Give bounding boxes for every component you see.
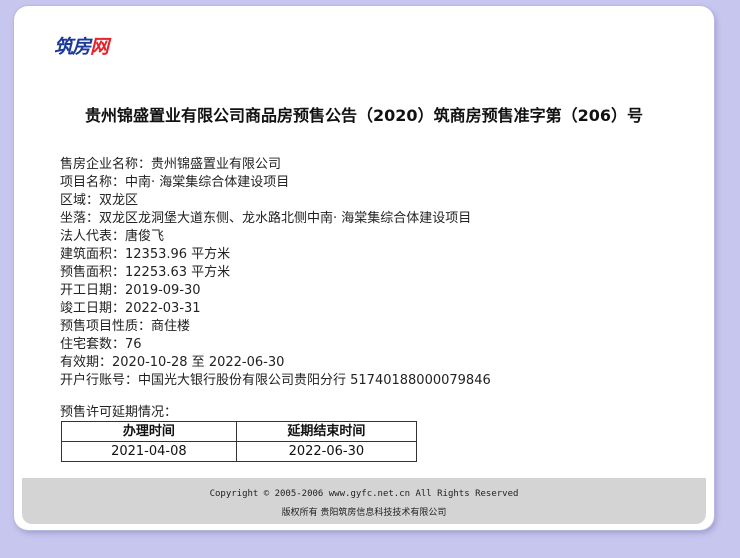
extension-section-title: 预售许可延期情况：	[60, 405, 178, 420]
page-footer: Copyright © 2005-2006 www.gyfc.net.cn Al…	[22, 478, 706, 524]
info-row-location: 坐落：双龙区龙洞堡大道东侧、龙水路北侧中南· 海棠集综合体建设项目	[60, 211, 472, 226]
info-row-legal-rep: 法人代表：唐俊飞	[60, 229, 165, 244]
info-row-presale-area: 预售面积：12253.63 平方米	[60, 265, 231, 280]
column-header-process-date: 办理时间	[61, 421, 237, 442]
column-header-extension-end: 延期结束时间	[235, 421, 418, 442]
project-info-list: 售房企业名称：贵州锦盛置业有限公司 项目名称：中南· 海棠集综合体建设项目 区域…	[60, 156, 491, 390]
info-row-project-name: 项目名称：中南· 海棠集综合体建设项目	[60, 175, 290, 190]
info-row-building-area: 建筑面积：12353.96 平方米	[60, 247, 231, 262]
announcement-card: 筑房网 贵州锦盛置业有限公司商品房预售公告（2020）筑商房预售准字第（206）…	[14, 6, 714, 530]
page-title: 贵州锦盛置业有限公司商品房预售公告（2020）筑商房预售准字第（206）号	[85, 106, 643, 125]
footer-owner: 版权所有 贵阳筑房信息科技技术有限公司	[281, 508, 447, 518]
info-row-validity: 有效期：2020-10-28 至 2022-06-30	[60, 355, 285, 370]
info-row-unit-count: 住宅套数：76	[60, 337, 142, 352]
info-row-district: 区域：双龙区	[60, 193, 139, 208]
info-row-seller: 售房企业名称：贵州锦盛置业有限公司	[60, 157, 282, 172]
footer-copyright: Copyright © 2005-2006 www.gyfc.net.cn Al…	[209, 489, 519, 499]
info-row-bank-account: 开户行账号：中国光大银行股份有限公司贵阳分行 51740188000079846	[60, 373, 491, 388]
site-logo[interactable]: 筑房网	[54, 32, 109, 59]
info-row-completion-date: 竣工日期：2022-03-31	[60, 301, 201, 316]
table-row: 2021-04-08 2022-06-30	[61, 441, 418, 462]
logo-text-accent: 网	[90, 36, 109, 58]
extension-table: 办理时间 延期结束时间 2021-04-08 2022-06-30	[61, 421, 418, 462]
logo-text-main: 筑房	[54, 36, 91, 58]
info-row-project-type: 预售项目性质：商住楼	[60, 319, 191, 334]
info-row-start-date: 开工日期：2019-09-30	[60, 283, 201, 298]
cell-process-date: 2021-04-08	[61, 441, 237, 462]
table-header-row: 办理时间 延期结束时间	[61, 421, 418, 442]
cell-extension-end: 2022-06-30	[235, 441, 418, 462]
